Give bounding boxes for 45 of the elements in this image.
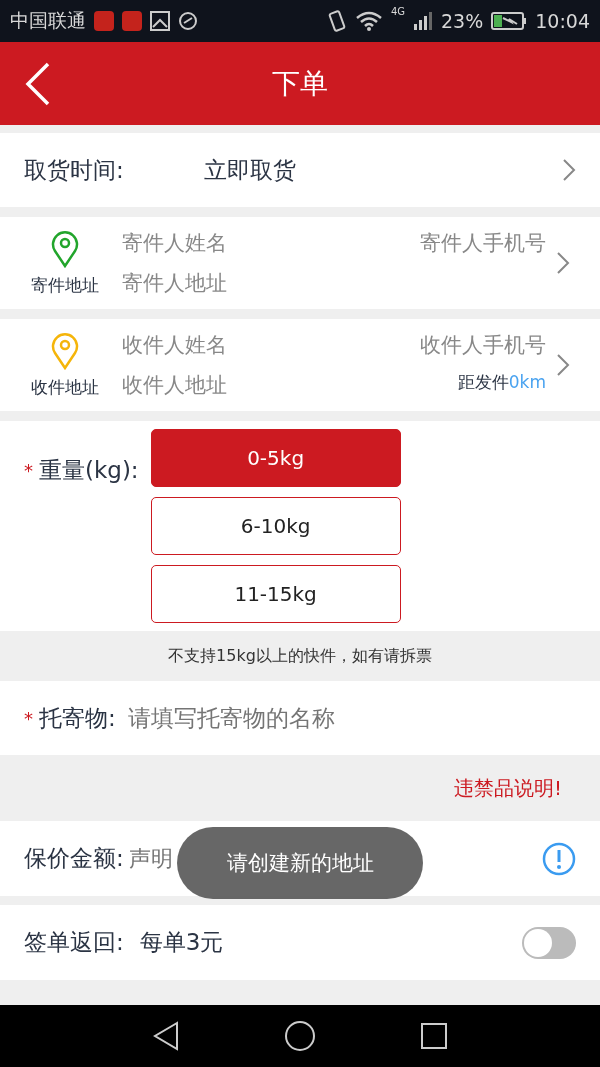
prohibited-items-link[interactable]: 违禁品说明! [453,774,562,802]
address-row[interactable]: 收件地址 收件人姓名 收件人手机号 收件人地址 距发件0km [0,319,600,411]
back-nav-icon[interactable] [152,1021,180,1051]
vibrate-icon [326,10,347,32]
wifi-icon [354,11,383,31]
info-icon[interactable] [542,841,576,876]
phone-placeholder: 寄件人手机号 [420,230,546,257]
toggle-switch[interactable] [522,926,576,959]
battery-charging-icon [491,12,528,30]
address-placeholder: 收件人地址 [122,372,228,399]
clock-time: 10:04 [535,10,590,32]
sign-return-price: 每单3元 [139,928,225,957]
address-type-label: 寄件地址 [31,273,99,297]
weight-option[interactable]: 0-5kg [150,429,401,487]
distance-text: 距发件0km [456,371,546,394]
sign-return-label: 签单返回: [24,928,124,957]
insurance-label: 保价金额: [24,844,124,873]
chevron-right-icon [556,353,570,377]
signal-icon [413,11,433,31]
weight-option[interactable]: 6-10kg [150,497,401,555]
address-type-label: 收件地址 [31,375,99,399]
weight-label: 重量(kg): [39,456,139,485]
name-placeholder: 寄件人姓名 [122,230,228,257]
recents-nav-icon[interactable] [420,1022,448,1050]
weight-notice: 不支持15kg以上的快件，如有请拆票 [167,644,433,667]
carrier-name: 中国联通 [10,8,86,33]
name-placeholder: 收件人姓名 [122,332,228,359]
chevron-right-icon [562,158,576,182]
address-row[interactable]: 寄件地址 寄件人姓名 寄件人手机号 寄件人地址 [0,217,600,309]
address-placeholder: 寄件人地址 [122,270,228,297]
required-mark: * [24,707,33,729]
chevron-right-icon [556,251,570,275]
network-type: 4G [390,6,405,17]
pickup-time-value[interactable]: 立即取货 [203,154,562,186]
page-title: 下单 [272,65,328,102]
weight-option[interactable]: 11-15kg [150,565,401,623]
address-toast: 请创建新的地址 [177,827,423,899]
required-mark: * [24,460,33,481]
home-nav-icon[interactable] [284,1020,316,1052]
battery-percent: 23% [441,10,484,32]
pickup-time-label: 取货时间: [24,155,124,185]
item-label: 托寄物: [39,703,116,733]
phone-placeholder: 收件人手机号 [420,332,546,359]
image-icon [150,11,170,31]
back-icon[interactable] [24,62,50,106]
